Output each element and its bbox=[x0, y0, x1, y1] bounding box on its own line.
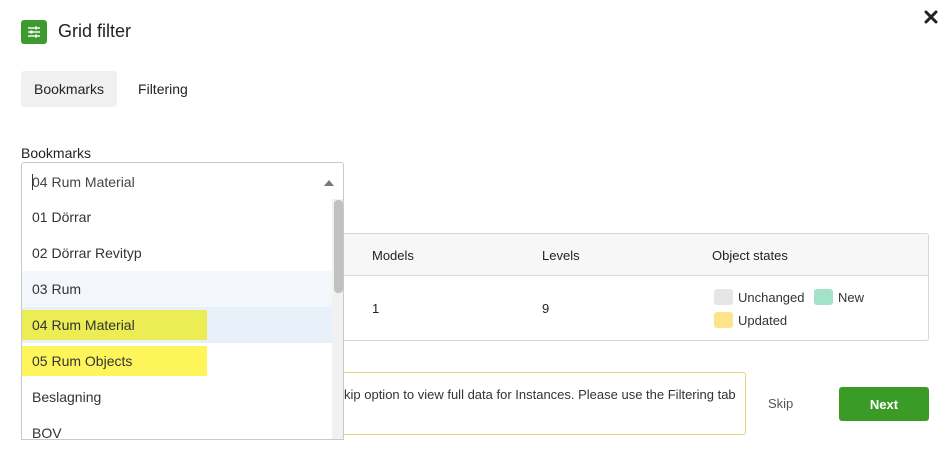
bookmarks-select-value: 04 Rum Material bbox=[32, 174, 135, 190]
column-header-object-states: Object states bbox=[712, 248, 788, 263]
dropdown-option[interactable]: 05 Rum Objects bbox=[22, 343, 332, 379]
state-label: Unchanged bbox=[738, 289, 805, 305]
dropdown-option[interactable]: Beslagning bbox=[22, 379, 332, 415]
skip-button[interactable]: Skip bbox=[768, 396, 793, 411]
column-header-models: Models bbox=[372, 248, 414, 263]
sliders-icon bbox=[21, 20, 47, 44]
dialog-title: Grid filter bbox=[58, 21, 132, 41]
new-swatch bbox=[814, 289, 833, 305]
dropdown-option[interactable]: 03 Rum bbox=[22, 271, 332, 307]
dropdown-option[interactable]: 02 Dörrar Revityp bbox=[22, 235, 332, 271]
dropdown-option[interactable]: 01 Dörrar bbox=[22, 199, 332, 235]
notice-text: kip option to view full data for Instanc… bbox=[344, 387, 736, 402]
close-icon[interactable] bbox=[920, 5, 942, 29]
models-value: 1 bbox=[372, 301, 380, 316]
unchanged-swatch bbox=[714, 289, 733, 305]
bookmarks-dropdown-list: 01 Dörrar 02 Dörrar Revityp 03 Rum 04 Ru… bbox=[21, 199, 344, 440]
grid-filter-dialog: Grid filter Bookmarks Filtering Bookmark… bbox=[0, 0, 951, 455]
state-label: New bbox=[838, 289, 865, 305]
column-header-levels: Levels bbox=[542, 248, 580, 263]
tab-bar: Bookmarks Filtering bbox=[21, 71, 201, 107]
dropdown-option-selected[interactable]: 04 Rum Material bbox=[22, 307, 332, 343]
state-unchanged: Unchanged bbox=[714, 289, 805, 305]
state-updated: Updated bbox=[714, 312, 787, 328]
bookmarks-label: Bookmarks bbox=[21, 145, 92, 161]
levels-value: 9 bbox=[542, 301, 550, 316]
info-notice: kip option to view full data for Instanc… bbox=[300, 372, 746, 435]
caret-up-icon[interactable] bbox=[324, 180, 334, 186]
bookmarks-select[interactable]: 04 Rum Material bbox=[21, 162, 344, 200]
next-button[interactable]: Next bbox=[839, 387, 929, 421]
state-label: Updated bbox=[738, 312, 788, 328]
updated-swatch bbox=[714, 312, 733, 328]
state-new: New bbox=[814, 289, 864, 305]
dropdown-option[interactable]: BOV bbox=[22, 415, 332, 439]
dropdown-scrollbar-thumb[interactable] bbox=[334, 200, 343, 293]
tab-bookmarks[interactable]: Bookmarks bbox=[21, 71, 118, 107]
tab-filtering[interactable]: Filtering bbox=[125, 71, 201, 107]
